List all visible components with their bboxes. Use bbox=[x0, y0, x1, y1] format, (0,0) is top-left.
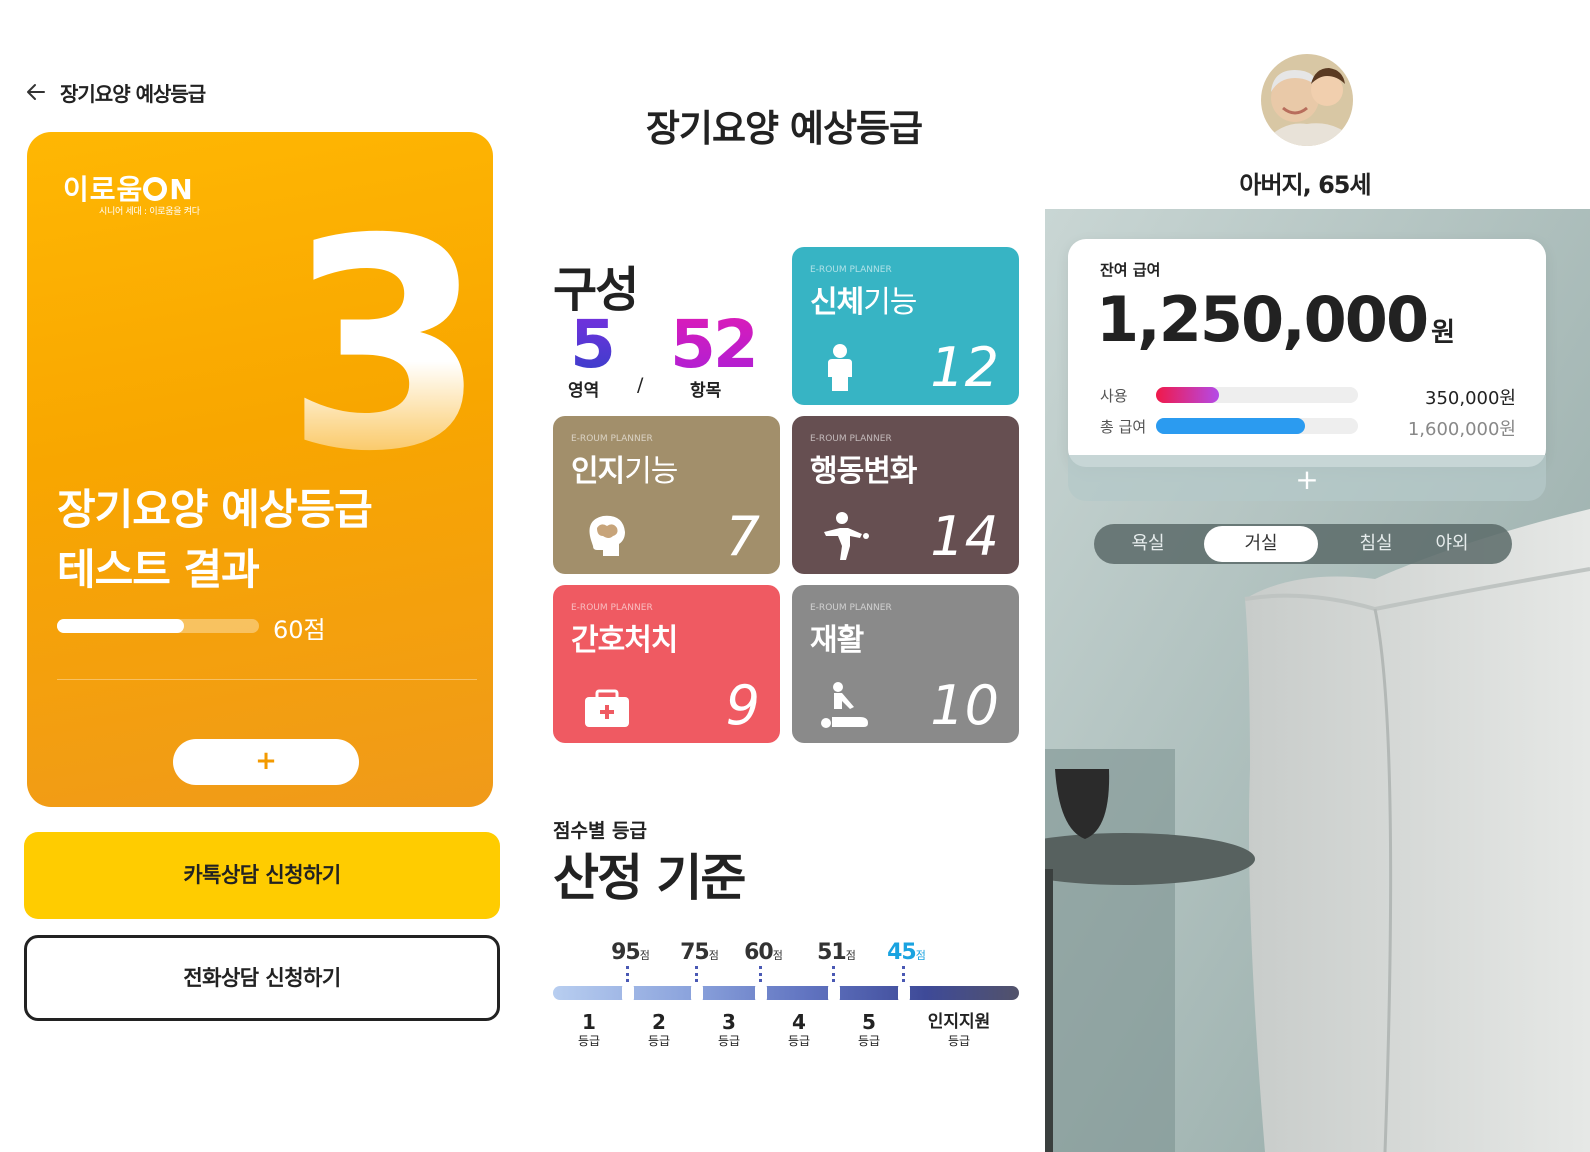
massage-rehab-icon bbox=[821, 682, 868, 728]
phone-consult-button[interactable]: 전화상담 신청하기 bbox=[24, 935, 500, 1021]
balance-label: 잔여 급여 bbox=[1100, 261, 1161, 279]
threshold-connector bbox=[626, 966, 629, 982]
tile-count: 9 bbox=[725, 674, 760, 737]
threshold-45: 45점 bbox=[887, 940, 926, 965]
avatar[interactable] bbox=[1261, 54, 1353, 146]
threshold-marker bbox=[828, 982, 840, 1004]
tile-behavior-change[interactable]: E-ROUM PLANNER 행동변화 14 bbox=[792, 416, 1019, 574]
used-value: 350,000원 bbox=[1425, 388, 1516, 409]
tile-name: 행동변화 bbox=[810, 454, 917, 489]
criteria-title: 산정 기준 bbox=[553, 849, 746, 907]
threshold-51: 51점 bbox=[817, 940, 856, 965]
threshold-marker bbox=[755, 982, 767, 1004]
card-divider bbox=[57, 679, 477, 680]
grade-label-3: 3 등급 bbox=[717, 1010, 741, 1048]
grade-label-1: 1 등급 bbox=[577, 1010, 601, 1048]
tile-name: 재활 bbox=[810, 623, 864, 658]
expand-result-button[interactable]: + bbox=[173, 739, 359, 785]
profile-name: 아버지, 65세 bbox=[1239, 171, 1371, 199]
person-gesture-icon bbox=[824, 512, 869, 560]
score-label: 60점 bbox=[273, 616, 326, 644]
composition-separator: / bbox=[637, 374, 644, 396]
person-standing-icon bbox=[828, 344, 852, 391]
items-count: 52 bbox=[670, 306, 759, 383]
areas-label: 영역 bbox=[568, 381, 600, 401]
expand-benefit-button[interactable]: + bbox=[1068, 455, 1546, 501]
used-progress-fill bbox=[1156, 387, 1219, 403]
tile-count: 12 bbox=[930, 336, 999, 399]
grade-label-2: 2 등급 bbox=[647, 1010, 671, 1048]
room-tab-living-room[interactable]: 거실 bbox=[1204, 526, 1318, 562]
tile-count: 14 bbox=[930, 505, 999, 568]
tile-name: 인지기능 bbox=[571, 454, 678, 489]
threshold-marker bbox=[691, 982, 703, 1004]
tile-cognitive-function[interactable]: E-ROUM PLANNER 인지기능 7 bbox=[553, 416, 780, 574]
back-arrow-icon[interactable] bbox=[24, 80, 48, 104]
threshold-marker bbox=[898, 982, 910, 1004]
total-value: 1,600,000원 bbox=[1407, 419, 1516, 440]
tile-rehabilitation[interactable]: E-ROUM PLANNER 재활 10 bbox=[792, 585, 1019, 743]
logo-tagline: 시니어 세대 : 이로움을 켜다 bbox=[99, 207, 200, 217]
balance-amount: 1,250,000 원 bbox=[1096, 283, 1455, 356]
brain-head-icon bbox=[589, 515, 625, 556]
used-label: 사용 bbox=[1100, 387, 1128, 405]
threshold-connector bbox=[759, 966, 762, 982]
threshold-95: 95점 bbox=[611, 940, 650, 965]
tile-count: 10 bbox=[930, 674, 999, 737]
threshold-75: 75점 bbox=[680, 940, 719, 965]
score-progress-bar bbox=[57, 619, 259, 633]
benefit-balance-card: 잔여 급여 1,250,000 원 사용 350,000원 총 급여 1,600,… bbox=[1068, 239, 1546, 467]
tile-brand: E-ROUM PLANNER bbox=[571, 434, 653, 444]
total-progress-bar bbox=[1156, 418, 1358, 434]
room-tab-bathroom[interactable]: 욕실 bbox=[1098, 524, 1198, 564]
grade-result-card: 이로움 N 시니어 세대 : 이로움을 켜다 3 장기요양 예상등급 테스트 결과… bbox=[27, 132, 493, 807]
section-title: 장기요양 예상등급 bbox=[645, 107, 923, 150]
total-progress-fill bbox=[1156, 418, 1306, 434]
room-tab-outdoor[interactable]: 야외 bbox=[1402, 524, 1502, 564]
kakao-consult-button[interactable]: 카톡상담 신청하기 bbox=[24, 832, 500, 919]
threshold-marker bbox=[622, 982, 634, 1004]
senior-avatar-photo bbox=[1261, 54, 1353, 146]
result-title: 장기요양 예상등급 테스트 결과 bbox=[57, 485, 373, 594]
tile-name: 신체기능 bbox=[810, 285, 917, 320]
grade-label-6: 인지지원 등급 bbox=[927, 1012, 991, 1048]
threshold-connector bbox=[695, 966, 698, 982]
first-aid-kit-icon bbox=[585, 689, 629, 727]
tile-count: 7 bbox=[725, 505, 760, 568]
eroum-on-logo: 이로움 N bbox=[63, 173, 194, 206]
tile-brand: E-ROUM PLANNER bbox=[810, 265, 892, 275]
total-label: 총 급여 bbox=[1100, 418, 1147, 436]
room-segment-control: 욕실 거실 침실 야외 bbox=[1094, 524, 1512, 564]
tile-physical-function[interactable]: E-ROUM PLANNER 신체기능 12 bbox=[792, 247, 1019, 405]
threshold-60: 60점 bbox=[744, 940, 783, 965]
predicted-grade-number: 3 bbox=[285, 178, 487, 515]
page-title: 장기요양 예상등급 bbox=[60, 82, 206, 106]
tile-brand: E-ROUM PLANNER bbox=[810, 603, 892, 613]
tile-brand: E-ROUM PLANNER bbox=[571, 603, 653, 613]
areas-count: 5 bbox=[570, 306, 616, 383]
used-progress-bar bbox=[1156, 387, 1358, 403]
tile-name: 간호처치 bbox=[571, 623, 678, 658]
items-label: 항목 bbox=[690, 381, 722, 401]
threshold-connector bbox=[832, 966, 835, 982]
tile-nursing-care[interactable]: E-ROUM PLANNER 간호처치 9 bbox=[553, 585, 780, 743]
score-progress-fill bbox=[57, 619, 185, 633]
threshold-connector bbox=[902, 966, 905, 982]
grade-label-4: 4 등급 bbox=[787, 1010, 811, 1048]
tile-brand: E-ROUM PLANNER bbox=[810, 434, 892, 444]
grade-label-5: 5 등급 bbox=[857, 1010, 881, 1048]
